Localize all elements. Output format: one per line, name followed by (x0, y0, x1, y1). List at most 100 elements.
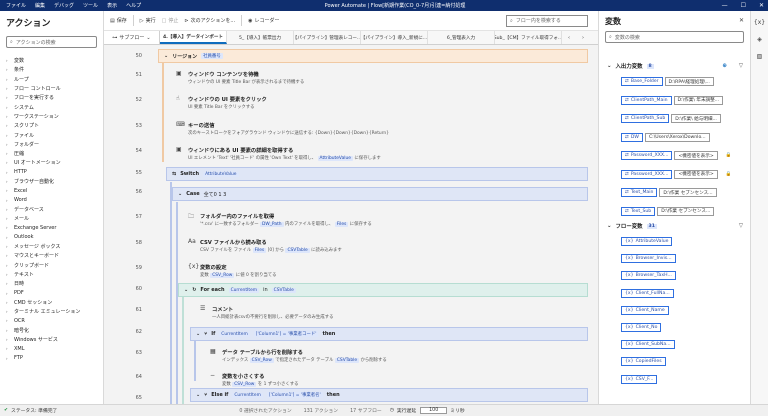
else-if-block[interactable]: ⌄ ⑂ Else if CurrentItem ['Column1'] = '事… (190, 388, 588, 402)
action-category[interactable]: › フローを実行する (0, 93, 103, 102)
case-block[interactable]: ⌄ Case 全て0 1 3 (172, 187, 588, 201)
action-delete-row-from-datatable[interactable]: ▦ データ テーブルから行を削除する インデックス CSV_Row で指定された… (210, 348, 387, 363)
action-wait-window-content[interactable]: ▣ ウィンドウ コンテンツを待機 ウィンドウの UI 要素 Title Bar … (176, 70, 304, 85)
flow-variable[interactable]: {x} Browser_Invis... (621, 253, 676, 264)
action-set-variable[interactable]: {x} 変数の設定 変数 CSV_Row に値 0 を割り当てる (188, 263, 277, 278)
chevron-left-icon[interactable]: ‹ (562, 31, 576, 44)
delay-input[interactable]: 100 (420, 407, 448, 414)
action-category[interactable]: › テキスト (0, 270, 103, 279)
action-category[interactable]: › 日時 (0, 279, 103, 288)
action-search-input[interactable]: ⌕ アクションの検索 (6, 36, 97, 48)
filter-icon[interactable]: ▽ (739, 63, 743, 69)
tab-sub-file-get[interactable]: Sub_【CM】ファイル取得フォ... (495, 31, 562, 44)
tab-report-output[interactable]: 5_【導入】帳票出力 (227, 31, 294, 44)
switch-block[interactable]: ⇆ Switch AttributeValue (166, 167, 588, 181)
filter-icon[interactable]: ▽ (739, 223, 743, 229)
action-send-keys[interactable]: ⌨ キーの送信 次のキーストロークをフォアグラウンド ウィンドウに送信する: {… (176, 121, 389, 136)
flow-variable[interactable]: {x} Client_Name (621, 305, 669, 316)
io-variable[interactable]: ⇄ ClientPath_Sub D:\作業\ 給与明細... (621, 113, 721, 124)
flow-variable[interactable]: {x} AttributeValue (621, 236, 673, 247)
io-variable[interactable]: ⇄ Password_XXX... <機密値を表示> 🔒 (621, 169, 731, 180)
flow-variable[interactable]: {x} CopiedFiles (621, 356, 666, 367)
close-icon[interactable]: ✕ (739, 17, 744, 24)
action-category[interactable]: › ファイル (0, 130, 103, 139)
recorder-button[interactable]: ◉ レコーダー (248, 17, 279, 25)
menu-view[interactable]: 表示 (107, 2, 117, 9)
action-category[interactable]: › ターミナル エミュレーション (0, 307, 103, 316)
action-category[interactable]: › スクリプト (0, 121, 103, 130)
maximize-button[interactable]: ☐ (741, 0, 746, 11)
action-category[interactable]: › XML (0, 344, 103, 353)
flow-variable[interactable]: {x} CSV_F... (621, 374, 658, 385)
close-button[interactable]: ✕ (759, 0, 764, 11)
action-category[interactable]: › 圧縮 (0, 149, 103, 158)
action-decrease-variable[interactable]: − 変数を小さくする 変数 CSV_Row を 1 ずつ小さくする (210, 372, 299, 387)
minimize-button[interactable]: — (722, 0, 728, 11)
chevron-right-icon[interactable]: › (576, 31, 590, 44)
io-variables-header[interactable]: ⌄ 入出力変数 8 ⊕ ▽ (599, 59, 751, 73)
run-button[interactable]: ▷ 実行 (140, 17, 156, 25)
action-category[interactable]: › ループ (0, 75, 103, 84)
flow-variable[interactable]: {x} Client_FullNa... (621, 288, 674, 299)
action-category[interactable]: › UI オートメーション (0, 158, 103, 167)
action-category[interactable]: › 変数 (0, 56, 103, 65)
action-category[interactable]: › Windows サービス (0, 335, 103, 344)
flow-search-input[interactable]: ⌕ フロー内を検索する (506, 14, 588, 27)
action-category[interactable]: › HTTP (0, 168, 103, 177)
action-category[interactable]: › 暗号化 (0, 326, 103, 335)
io-variable[interactable]: ⇄ ClientPath_Main D:\作業\ 年末調整... (621, 95, 724, 106)
menu-debug[interactable]: デバッグ (54, 2, 74, 9)
action-category[interactable]: › ワークステーション (0, 112, 103, 121)
subflows-dropdown[interactable]: ⊶ サブフロー ⌄ (104, 31, 160, 44)
action-category[interactable]: › フォルダー (0, 140, 103, 149)
io-variable[interactable]: ⇄ Text_Main D:\作業 セブンセンス... (621, 187, 717, 198)
stop-button[interactable]: □ 停止 (162, 17, 179, 25)
action-category[interactable]: › マウスとキーボード (0, 251, 103, 260)
action-category[interactable]: › Exchange Server (0, 223, 103, 232)
action-read-csv[interactable]: Aa CSV ファイルから読み取る CSV ファイルを ファイル Files [… (188, 238, 342, 253)
action-comment[interactable]: ☰ コメント 一人目総計表csvの不要行を削除し、必要データのみ生成する (200, 305, 333, 320)
tab-pipeline-record[interactable]: 【パイプライン】管理表レコー... (294, 31, 361, 44)
flow-variable[interactable]: {x} Client_SubNa... (621, 339, 675, 350)
menu-help[interactable]: ヘルプ (126, 2, 141, 9)
action-category[interactable]: › ブラウザー自動化 (0, 177, 103, 186)
add-icon[interactable]: ⊕ (722, 63, 727, 69)
action-category[interactable]: › データベース (0, 205, 103, 214)
menu-edit[interactable]: 編集 (35, 2, 45, 9)
action-category[interactable]: › 条件 (0, 65, 103, 74)
action-category[interactable]: › メッセージ ボックス (0, 242, 103, 251)
menu-file[interactable]: ファイル (6, 2, 26, 9)
action-get-ui-element-details[interactable]: ▣ ウィンドウにある UI 要素の詳細を取得する UI エレメント 'Text'… (176, 146, 381, 161)
tab-pipeline-new[interactable]: 【パイプライン】導入_新規に... (361, 31, 428, 44)
menu-tools[interactable]: ツール (83, 2, 98, 9)
next-action-button[interactable]: ⊳ 次のアクションを... (184, 17, 235, 25)
ui-elements-icon[interactable]: ◈ (751, 36, 768, 43)
io-variable[interactable]: ⇄ Text_Sub D:\作業 セブンセンス... (621, 206, 715, 217)
action-category[interactable]: › Excel (0, 186, 103, 195)
region-block[interactable]: ⌄ リージョン 社員番号 (158, 49, 588, 63)
io-variable[interactable]: ⇄ Base_Folder D:\RPA\経理処理\... (621, 76, 714, 87)
images-icon[interactable]: ▧ (751, 53, 768, 60)
tab-data-import[interactable]: 4.【導入】データインポート (160, 31, 227, 44)
foreach-block[interactable]: ⌄ ↻ For each CurrentItem in CSVTable (178, 283, 588, 297)
flow-variable[interactable]: {x} Client_No (621, 322, 662, 333)
action-category[interactable]: › クリップボード (0, 261, 103, 270)
action-category[interactable]: › システム (0, 102, 103, 111)
variable-search-input[interactable]: ⌕ 変数の検索 (605, 31, 744, 43)
io-variable[interactable]: ⇄ DW C:\Users\Xerox\Downlo... (621, 132, 710, 143)
variables-icon[interactable]: {x} (751, 19, 768, 26)
flow-variable[interactable]: {x} Browser_TaxH... (621, 270, 676, 281)
action-category[interactable]: › CMD セッション (0, 298, 103, 307)
action-category[interactable]: › Outlook (0, 233, 103, 242)
tab-sheet-input[interactable]: 6_管理表入力 (428, 31, 495, 44)
action-category[interactable]: › Word (0, 195, 103, 204)
action-category[interactable]: › PDF (0, 288, 103, 297)
if-block[interactable]: ⌄ ⑂ If CurrentItem ['Column1'] = '事業者コード… (190, 327, 588, 341)
action-category[interactable]: › FTP (0, 354, 103, 363)
action-get-files-in-folder[interactable]: 🗀 フォルダー内のファイルを取得 '*.csv' に一致するフォルダー DW_P… (188, 212, 372, 227)
action-category[interactable]: › メール (0, 214, 103, 223)
save-button[interactable]: ▤ 保存 (110, 17, 127, 25)
action-category[interactable]: › OCR (0, 316, 103, 325)
action-click-ui-element[interactable]: ☝ ウィンドウの UI 要素をクリック UI 要素 Title Bar をクリッ… (176, 95, 267, 110)
action-category[interactable]: › フロー コントロール (0, 84, 103, 93)
